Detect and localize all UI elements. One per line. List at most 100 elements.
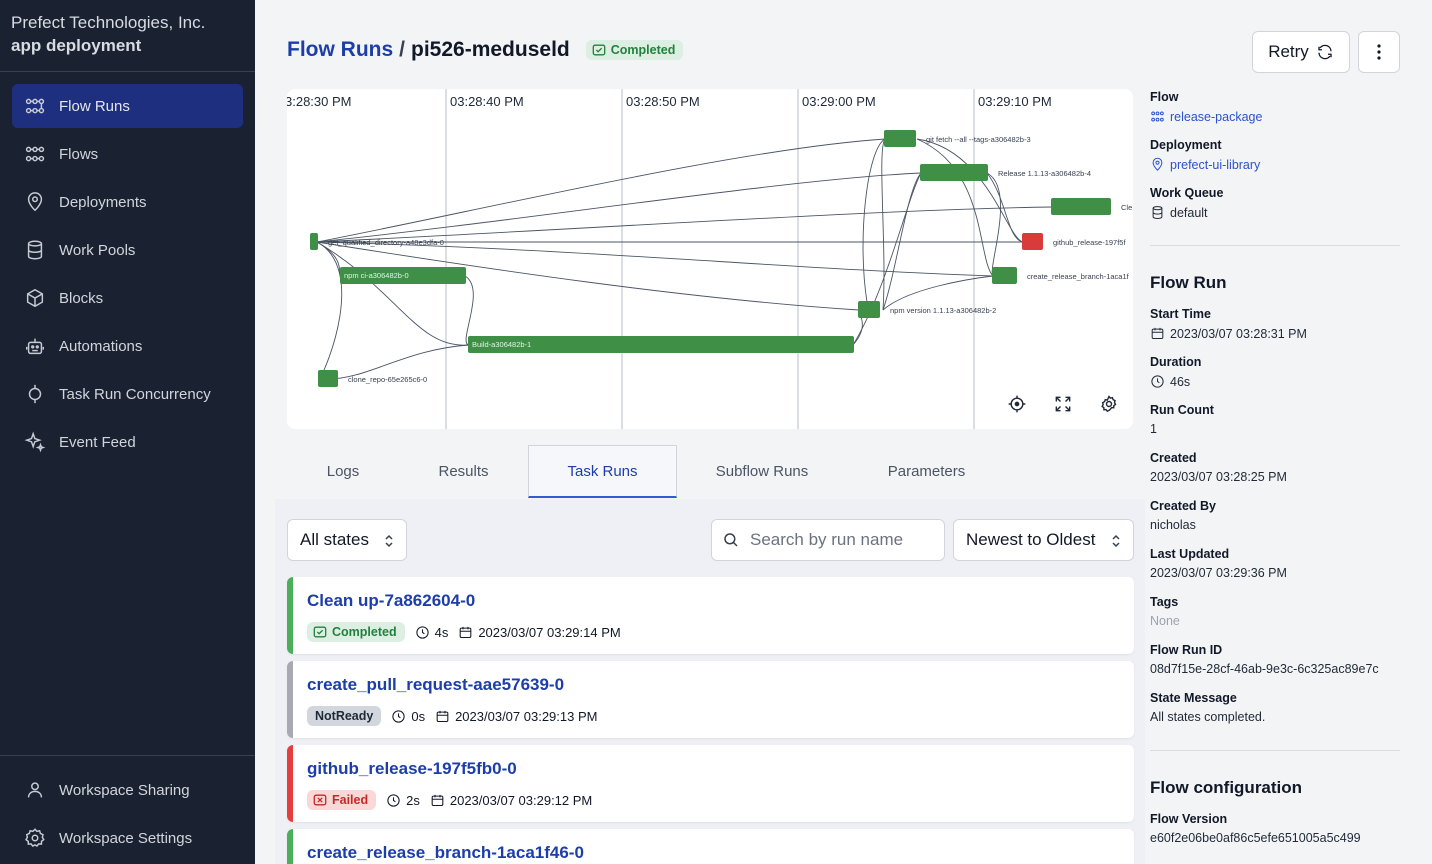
sidebar: Prefect Technologies, Inc. app deploymen…	[0, 0, 255, 864]
kebab-menu-icon	[1377, 44, 1381, 60]
sidebar-item-task-run-concurrency[interactable]: Task Run Concurrency	[12, 372, 243, 416]
sidebar-item-label: Automations	[59, 337, 143, 355]
created-value: 2023/03/07 03:28:25 PM	[1150, 470, 1287, 484]
timestamp-value: 2023/03/07 03:29:13 PM	[455, 708, 598, 724]
graph-node[interactable]	[920, 164, 988, 181]
task-run-name-link[interactable]: create_release_branch-1aca1f46-0	[307, 843, 584, 863]
tab-task-runs[interactable]: Task Runs	[528, 445, 677, 498]
sidebar-item-flows[interactable]: Flows	[12, 132, 243, 176]
task-run-name-link[interactable]: create_pull_request-aae57639-0	[307, 675, 564, 695]
fullscreen-button[interactable]	[1053, 394, 1073, 414]
sidebar-item-deployments[interactable]: Deployments	[12, 180, 243, 224]
flow-run-tabs: Logs Results Task Runs Subflow Runs Para…	[287, 445, 1133, 499]
search-icon	[724, 533, 738, 547]
graph-node[interactable]	[992, 267, 1017, 284]
graph-node[interactable]	[1051, 198, 1111, 215]
graph-node-label: github_release-197f5f	[1053, 238, 1126, 247]
task-run-card[interactable]: create_pull_request-aae57639-0 NotReady …	[287, 661, 1134, 738]
center-graph-button[interactable]	[1007, 394, 1027, 414]
state-badge-label: Completed	[610, 43, 676, 57]
start-time-text: 2023/03/07 03:28:31 PM	[1170, 326, 1307, 341]
duration-value: 0s	[411, 708, 426, 724]
time-label: 03:28:40 PM	[450, 94, 524, 109]
sidebar-nav: Flow Runs Flows Deployments Work Pools B…	[0, 72, 255, 464]
last-updated-value: 2023/03/07 03:29:36 PM	[1150, 566, 1287, 580]
task-run-meta: Failed 2s 2023/03/07 03:29:12 PM	[307, 790, 592, 810]
graph-node-label: get_qualified_directory-a48e3dfa-0	[328, 238, 444, 247]
duration-text: 46s	[1170, 374, 1191, 389]
tab-parameters[interactable]: Parameters	[847, 445, 1006, 498]
sidebar-item-flow-runs[interactable]: Flow Runs	[12, 84, 243, 128]
graph-node[interactable]	[858, 301, 880, 318]
sidebar-item-work-pools[interactable]: Work Pools	[12, 228, 243, 272]
database-icon	[1152, 206, 1163, 219]
flow-runs-icon	[24, 95, 46, 117]
graph-node-label: Cle	[1121, 203, 1132, 212]
state-message-value: All states completed.	[1150, 710, 1266, 724]
map-pin-icon	[24, 191, 46, 213]
tab-results[interactable]: Results	[399, 445, 528, 498]
tab-subflow-runs[interactable]: Subflow Runs	[677, 445, 847, 498]
search-input[interactable]	[750, 530, 930, 550]
graph-node-label: create_release_branch-1aca1f	[1027, 272, 1130, 281]
task-run-card[interactable]: create_release_branch-1aca1f46-0	[287, 829, 1134, 864]
sidebar-item-label: Work Pools	[59, 241, 136, 259]
duration: 0s	[391, 709, 425, 724]
tags-value: None	[1150, 614, 1180, 628]
calendar-icon	[1151, 327, 1164, 339]
task-run-card[interactable]: Clean up-7a862604-0 Completed 4s 2023/03…	[287, 577, 1134, 654]
workspace-switcher[interactable]: Prefect Technologies, Inc. app deploymen…	[0, 0, 255, 72]
detail-label: Created By	[1150, 499, 1216, 513]
flow-run-timeline-graph[interactable]: 3:28:30 PM 03:28:40 PM 03:28:50 PM 03:29…	[287, 89, 1133, 429]
section-heading: Flow Run	[1150, 273, 1227, 292]
breadcrumb-flow-runs-link[interactable]: Flow Runs	[287, 38, 393, 62]
sort-select[interactable]: Newest to Oldest	[953, 519, 1134, 561]
sidebar-item-blocks[interactable]: Blocks	[12, 276, 243, 320]
cube-icon	[24, 287, 46, 309]
gear-icon	[1101, 395, 1117, 413]
sidebar-item-label: Flow Runs	[59, 97, 130, 115]
breadcrumb-separator: /	[399, 38, 406, 61]
start-timestamp: 2023/03/07 03:29:12 PM	[430, 793, 592, 808]
graph-settings-button[interactable]	[1099, 394, 1119, 414]
graph-node[interactable]	[884, 130, 916, 147]
detail-label: Duration	[1150, 355, 1202, 369]
more-options-button[interactable]	[1358, 31, 1400, 73]
state-badge-label: NotReady	[315, 709, 374, 723]
state-filter-select[interactable]: All states	[287, 519, 407, 561]
graph-node-label: clone_repo-65e265c6-0	[348, 375, 427, 384]
flow-link[interactable]: release-package	[1150, 109, 1262, 124]
task-run-name-link[interactable]: github_release-197f5fb0-0	[307, 759, 517, 779]
task-run-card[interactable]: github_release-197f5fb0-0 Failed 2s 2023…	[287, 745, 1134, 822]
graph-node[interactable]	[1022, 233, 1043, 250]
refresh-icon	[1318, 44, 1332, 60]
detail-label: Start Time	[1150, 307, 1211, 321]
sidebar-item-workspace-sharing[interactable]: Workspace Sharing	[12, 768, 243, 812]
sidebar-item-automations[interactable]: Automations	[12, 324, 243, 368]
state-badge: Failed	[307, 790, 377, 810]
sidebar-item-workspace-settings[interactable]: Workspace Settings	[12, 816, 243, 860]
tab-logs[interactable]: Logs	[287, 445, 399, 498]
detail-label: Flow	[1150, 90, 1179, 104]
page-header: Flow Runs / pi526-meduseld Completed	[287, 38, 684, 62]
deployment-link[interactable]: prefect-ui-library	[1150, 157, 1260, 172]
main-content: Flow Runs / pi526-meduseld Completed Ret…	[255, 0, 1432, 864]
sidebar-item-label: Workspace Settings	[59, 829, 193, 847]
state-badge: NotReady	[307, 706, 382, 726]
task-run-name-link[interactable]: Clean up-7a862604-0	[307, 591, 475, 611]
detail-label: Run Count	[1150, 403, 1214, 417]
graph-node[interactable]	[318, 370, 338, 387]
chevron-up-down-icon	[1112, 534, 1120, 548]
divider	[1150, 245, 1400, 246]
graph-node[interactable]	[310, 233, 318, 250]
check-square-icon	[592, 44, 606, 56]
flow-run-id-value: 08d7f15e-28cf-46ab-9e3c-6c325ac89e7c	[1150, 662, 1379, 676]
timestamp-value: 2023/03/07 03:29:14 PM	[478, 624, 621, 640]
sidebar-item-event-feed[interactable]: Event Feed	[12, 420, 243, 464]
deployment-name: prefect-ui-library	[1170, 157, 1261, 172]
search-field[interactable]	[711, 519, 945, 561]
gear-icon	[24, 827, 46, 849]
start-timestamp: 2023/03/07 03:29:13 PM	[435, 709, 597, 724]
sidebar-item-label: Blocks	[59, 289, 104, 307]
retry-button[interactable]: Retry	[1252, 31, 1350, 73]
